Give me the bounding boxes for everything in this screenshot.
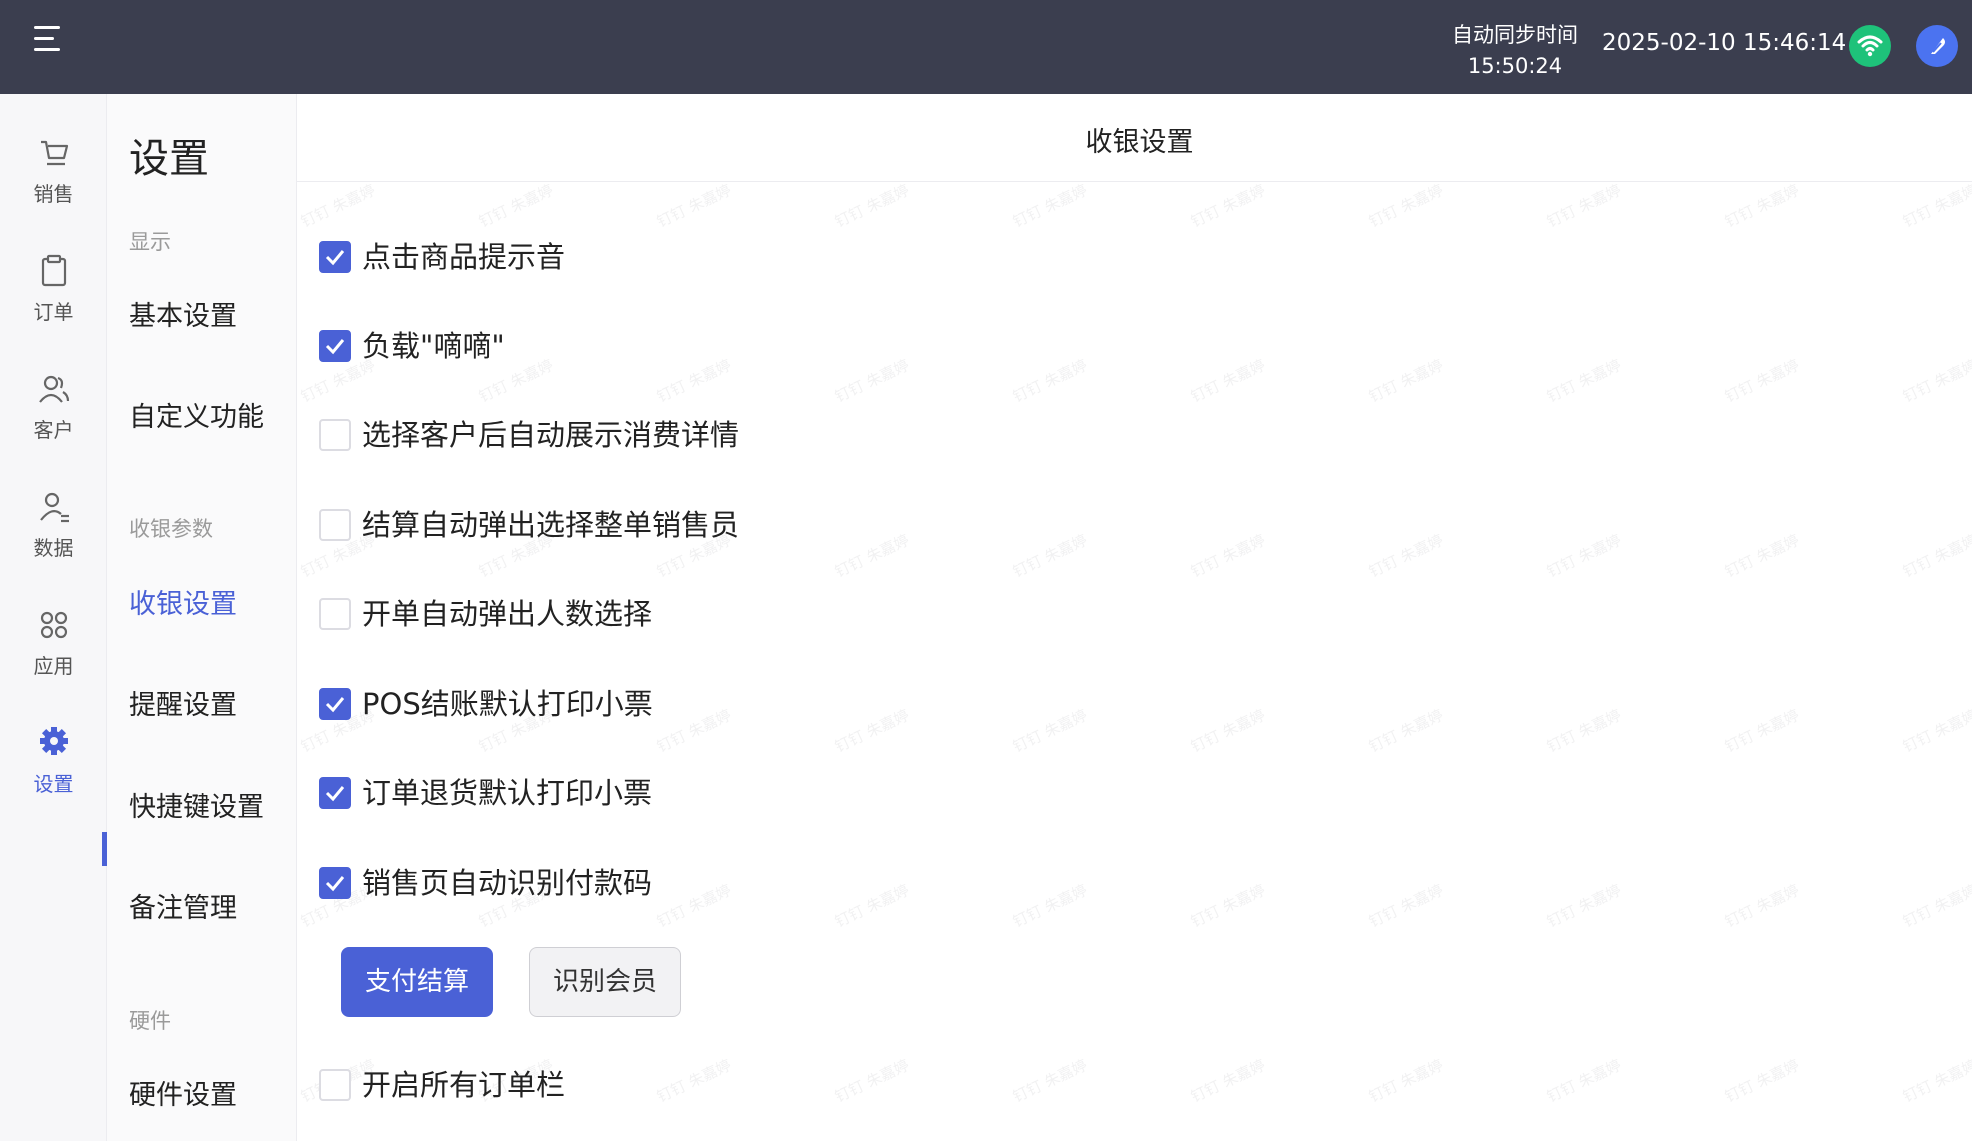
checkbox[interactable] bbox=[319, 598, 351, 630]
option-label: 开启所有订单栏 bbox=[362, 1068, 566, 1102]
menu-item-cashier[interactable]: 收银设置 bbox=[129, 582, 237, 621]
rail-label-orders: 订单 bbox=[33, 300, 74, 324]
top-bar: 自动同步时间 15:50:24 2025-02-10 15:46:14 bbox=[0, 0, 1972, 94]
identify-member-button[interactable]: 识别会员 bbox=[529, 947, 681, 1017]
check-icon bbox=[325, 339, 345, 355]
check-icon bbox=[325, 697, 345, 713]
apps-grid-icon bbox=[40, 611, 68, 639]
checkbox[interactable] bbox=[319, 241, 351, 273]
check-icon bbox=[325, 786, 345, 802]
checkbox[interactable] bbox=[319, 330, 351, 362]
checkbox[interactable] bbox=[319, 777, 351, 809]
clipboard-icon bbox=[41, 254, 67, 287]
option-label: POS结账默认打印小票 bbox=[362, 687, 653, 721]
settings-menu: 设置 显示 基本设置 自定义功能 收银参数 收银设置 提醒设置 快捷键设置 备注… bbox=[107, 94, 297, 1141]
rail-item-settings[interactable]: 设置 bbox=[0, 724, 107, 834]
checkbox[interactable] bbox=[319, 867, 351, 899]
pay-checkout-button[interactable]: 支付结算 bbox=[341, 947, 493, 1017]
wifi-icon[interactable] bbox=[1849, 25, 1891, 67]
gear-icon bbox=[40, 727, 68, 755]
menu-item-shortcut[interactable]: 快捷键设置 bbox=[129, 785, 264, 824]
rail-label-sales: 销售 bbox=[33, 182, 74, 206]
menu-item-reminder[interactable]: 提醒设置 bbox=[129, 683, 237, 722]
checkbox[interactable] bbox=[319, 509, 351, 541]
check-icon bbox=[325, 876, 345, 892]
group-display: 显示 bbox=[129, 230, 171, 254]
main-panel: 收银设置 点击商品提示音 负载"嘀嘀" 选择客户后自动展示消费详情 结算自动弹出… bbox=[297, 94, 1972, 1141]
group-cashier-params: 收银参数 bbox=[129, 517, 213, 541]
feather-logo-icon[interactable] bbox=[1916, 25, 1958, 67]
nav-rail: 销售 订单 客户 数据 应用 设置 bbox=[0, 94, 107, 1141]
group-hardware: 硬件 bbox=[129, 1009, 171, 1033]
menu-item-notes[interactable]: 备注管理 bbox=[129, 886, 237, 925]
rail-item-orders[interactable]: 订单 bbox=[0, 252, 107, 362]
rail-item-apps[interactable]: 应用 bbox=[0, 606, 107, 716]
page-title: 设置 bbox=[129, 136, 209, 182]
check-icon bbox=[325, 250, 345, 266]
rail-item-customers[interactable]: 客户 bbox=[0, 370, 107, 480]
current-datetime: 2025-02-10 15:46:14 bbox=[1602, 30, 1847, 56]
menu-item-custom[interactable]: 自定义功能 bbox=[129, 395, 264, 434]
option-label: 订单退货默认打印小票 bbox=[362, 776, 653, 810]
option-label: 选择客户后自动展示消费详情 bbox=[362, 418, 740, 452]
rail-item-sales[interactable]: 销售 bbox=[0, 134, 107, 244]
auto-sync: 自动同步时间 15:50:24 bbox=[1440, 20, 1590, 82]
menu-item-basic[interactable]: 基本设置 bbox=[129, 294, 237, 333]
option-label: 点击商品提示音 bbox=[362, 240, 566, 274]
checkbox[interactable] bbox=[319, 688, 351, 720]
sync-time: 15:50:24 bbox=[1467, 54, 1563, 78]
option-label: 开单自动弹出人数选择 bbox=[362, 597, 653, 631]
rail-item-data[interactable]: 数据 bbox=[0, 488, 107, 598]
option-label: 结算自动弹出选择整单销售员 bbox=[362, 508, 740, 542]
users-icon bbox=[39, 375, 70, 403]
checkbox[interactable] bbox=[319, 419, 351, 451]
menu-item-hardware[interactable]: 硬件设置 bbox=[129, 1073, 237, 1112]
checkbox[interactable] bbox=[319, 1069, 351, 1101]
option-label: 销售页自动识别付款码 bbox=[362, 866, 653, 900]
user-data-icon bbox=[40, 492, 69, 523]
hamburger-menu-icon[interactable] bbox=[34, 24, 68, 54]
rail-label-apps: 应用 bbox=[33, 654, 74, 678]
sync-label: 自动同步时间 bbox=[1452, 23, 1578, 47]
rail-label-settings: 设置 bbox=[33, 772, 74, 796]
cart-icon bbox=[41, 140, 69, 166]
main-header: 收银设置 bbox=[297, 94, 1972, 182]
rail-label-data: 数据 bbox=[33, 536, 74, 560]
section-title: 收银设置 bbox=[1085, 127, 1194, 158]
option-label: 负载"嘀嘀" bbox=[362, 329, 505, 363]
rail-label-customers: 客户 bbox=[33, 418, 74, 442]
